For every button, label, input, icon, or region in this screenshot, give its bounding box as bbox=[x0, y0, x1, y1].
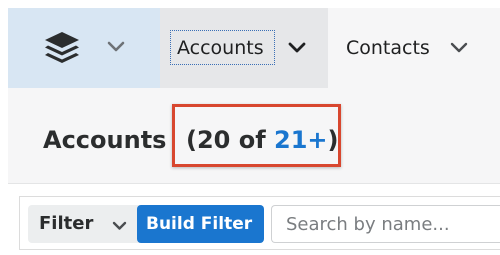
record-count-total-link[interactable]: 21+ bbox=[274, 126, 328, 154]
chevron-down-icon bbox=[112, 221, 127, 230]
build-filter-button[interactable]: Build Filter bbox=[137, 205, 264, 243]
search-input[interactable] bbox=[271, 205, 500, 243]
record-count-prefix: (20 of bbox=[186, 126, 275, 154]
page-title: Accounts bbox=[43, 126, 167, 154]
tab-contacts[interactable]: Contacts bbox=[328, 8, 500, 88]
tab-contacts-label: Contacts bbox=[346, 37, 430, 59]
filter-dropdown-button[interactable]: Filter bbox=[28, 205, 152, 243]
chevron-down-icon[interactable] bbox=[288, 42, 306, 54]
filter-bar: Filter Build Filter bbox=[19, 196, 500, 250]
filter-label: Filter bbox=[39, 213, 94, 234]
home-menu-button[interactable] bbox=[8, 8, 160, 88]
chevron-down-icon[interactable] bbox=[450, 42, 468, 54]
build-filter-label: Build Filter bbox=[146, 214, 253, 234]
record-count-suffix: ) bbox=[327, 126, 339, 154]
top-nav: Accounts Contacts bbox=[8, 8, 500, 88]
stacked-layers-icon bbox=[45, 32, 79, 63]
record-count: (20 of 21+) bbox=[186, 124, 339, 156]
chevron-down-icon bbox=[107, 41, 125, 52]
tab-accounts-label: Accounts bbox=[177, 37, 264, 59]
list-header: Accounts (20 of 21+) bbox=[8, 88, 500, 184]
tab-accounts[interactable]: Accounts bbox=[160, 8, 328, 88]
